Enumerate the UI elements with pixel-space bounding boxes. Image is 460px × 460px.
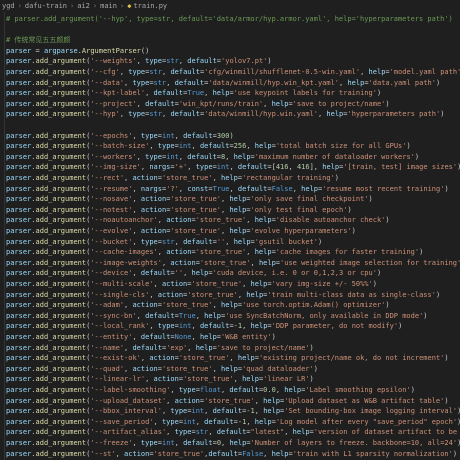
code-line[interactable]: parser.add_argument('--data', type=str, … (6, 78, 440, 88)
code-line[interactable]: parser.add_argument('--noautoanchor', ac… (6, 215, 390, 225)
indent-guide (4, 12, 5, 460)
code-line[interactable]: parser.add_argument('--notest', action='… (6, 205, 352, 215)
breadcrumb-item[interactable]: main (100, 2, 117, 10)
breadcrumb: ygd › dafu-train › ai2 › main › ◆ train.py (0, 0, 460, 12)
code-line[interactable]: parser.add_argument('--weights', type=st… (6, 56, 272, 66)
code-line[interactable]: parser.add_argument('--entity', default=… (6, 332, 276, 342)
breadcrumb-item[interactable]: dafu-train (25, 2, 67, 10)
code-line[interactable]: parser.add_argument('--sync-bn', default… (6, 311, 428, 321)
code-line[interactable]: parser.add_argument('--kpt-label', defau… (6, 88, 381, 98)
code-line[interactable]: parser.add_argument('--bbox_interval', t… (6, 406, 460, 416)
code-line[interactable]: parser.add_argument('--cfg', type=str, d… (6, 67, 460, 77)
code-line[interactable]: parser.add_argument('--exist-ok', action… (6, 353, 449, 363)
code-line[interactable]: parser.add_argument('--single-cls', acti… (6, 290, 440, 300)
code-line[interactable]: parser.add_argument('--nosave', action='… (6, 194, 373, 204)
code-line[interactable]: parser.add_argument('--artifact_alias', … (6, 427, 460, 437)
code-editor[interactable]: # parser.add_argument('--hyp', type=str,… (0, 12, 460, 460)
code-line[interactable]: parser.add_argument('--device', default=… (6, 268, 381, 278)
code-line[interactable]: parser.add_argument('--adam', action='st… (6, 300, 390, 310)
code-line[interactable]: parser.add_argument('--upload_dataset', … (6, 396, 449, 406)
code-line[interactable]: parser.add_argument('--name', default='e… (6, 343, 314, 353)
code-line[interactable]: parser.add_argument('--quad', action='st… (6, 364, 318, 374)
code-line[interactable]: parser.add_argument('--project', default… (6, 99, 390, 109)
code-line[interactable]: parser.add_argument('--local_rank', type… (6, 321, 402, 331)
breadcrumb-item[interactable]: train.py (133, 2, 167, 10)
code-line[interactable]: parser.add_argument('--resume', nargs='?… (6, 184, 449, 194)
breadcrumb-item[interactable]: ygd (2, 2, 15, 10)
code-line[interactable]: parser.add_argument('--linear-lr', actio… (6, 374, 314, 384)
code-line[interactable]: parser.add_argument('--workers', type=in… (6, 152, 419, 162)
code-line[interactable]: parser.add_argument('--epochs', type=int… (6, 131, 234, 141)
code-comment-line[interactable]: # parser.add_argument('--hyp', type=str,… (6, 14, 453, 24)
code-line[interactable]: parser = argparse.ArgumentParser() (6, 46, 149, 56)
python-file-icon: ◆ (127, 2, 132, 10)
breadcrumb-separator-icon: › (92, 2, 98, 10)
code-line[interactable]: parser.add_argument('--img-size', nargs=… (6, 162, 460, 172)
code-line[interactable]: parser.add_argument('--cache-images', ac… (6, 247, 423, 257)
code-line[interactable]: parser.add_argument('--st', action='stor… (6, 449, 457, 459)
code-line[interactable]: parser.add_argument('--bucket', type=str… (6, 237, 322, 247)
breadcrumb-separator-icon: › (70, 2, 75, 10)
code-line[interactable]: parser.add_argument('--save_period', typ… (6, 417, 460, 427)
code-line[interactable]: parser.add_argument('--hyp', type=str, d… (6, 109, 444, 119)
code-line[interactable]: parser.add_argument('--multi-scale', act… (6, 279, 377, 289)
code-line[interactable]: parser.add_argument('--label-smoothing',… (6, 385, 415, 395)
code-comment-line[interactable]: # 传统常见五五颜颜 (6, 35, 70, 45)
code-line[interactable]: parser.add_argument('--evolve', action='… (6, 226, 356, 236)
breadcrumb-separator-icon: › (119, 2, 125, 10)
breadcrumb-item[interactable]: ai2 (77, 2, 90, 10)
breadcrumb-separator-icon: › (17, 2, 22, 10)
code-line[interactable]: parser.add_argument('--rect', action='st… (6, 173, 339, 183)
code-line[interactable]: parser.add_argument('--freeze', type=int… (6, 438, 460, 448)
code-line[interactable]: parser.add_argument('--image-weights', a… (6, 258, 460, 268)
code-line[interactable]: parser.add_argument('--batch-size', type… (6, 141, 411, 151)
